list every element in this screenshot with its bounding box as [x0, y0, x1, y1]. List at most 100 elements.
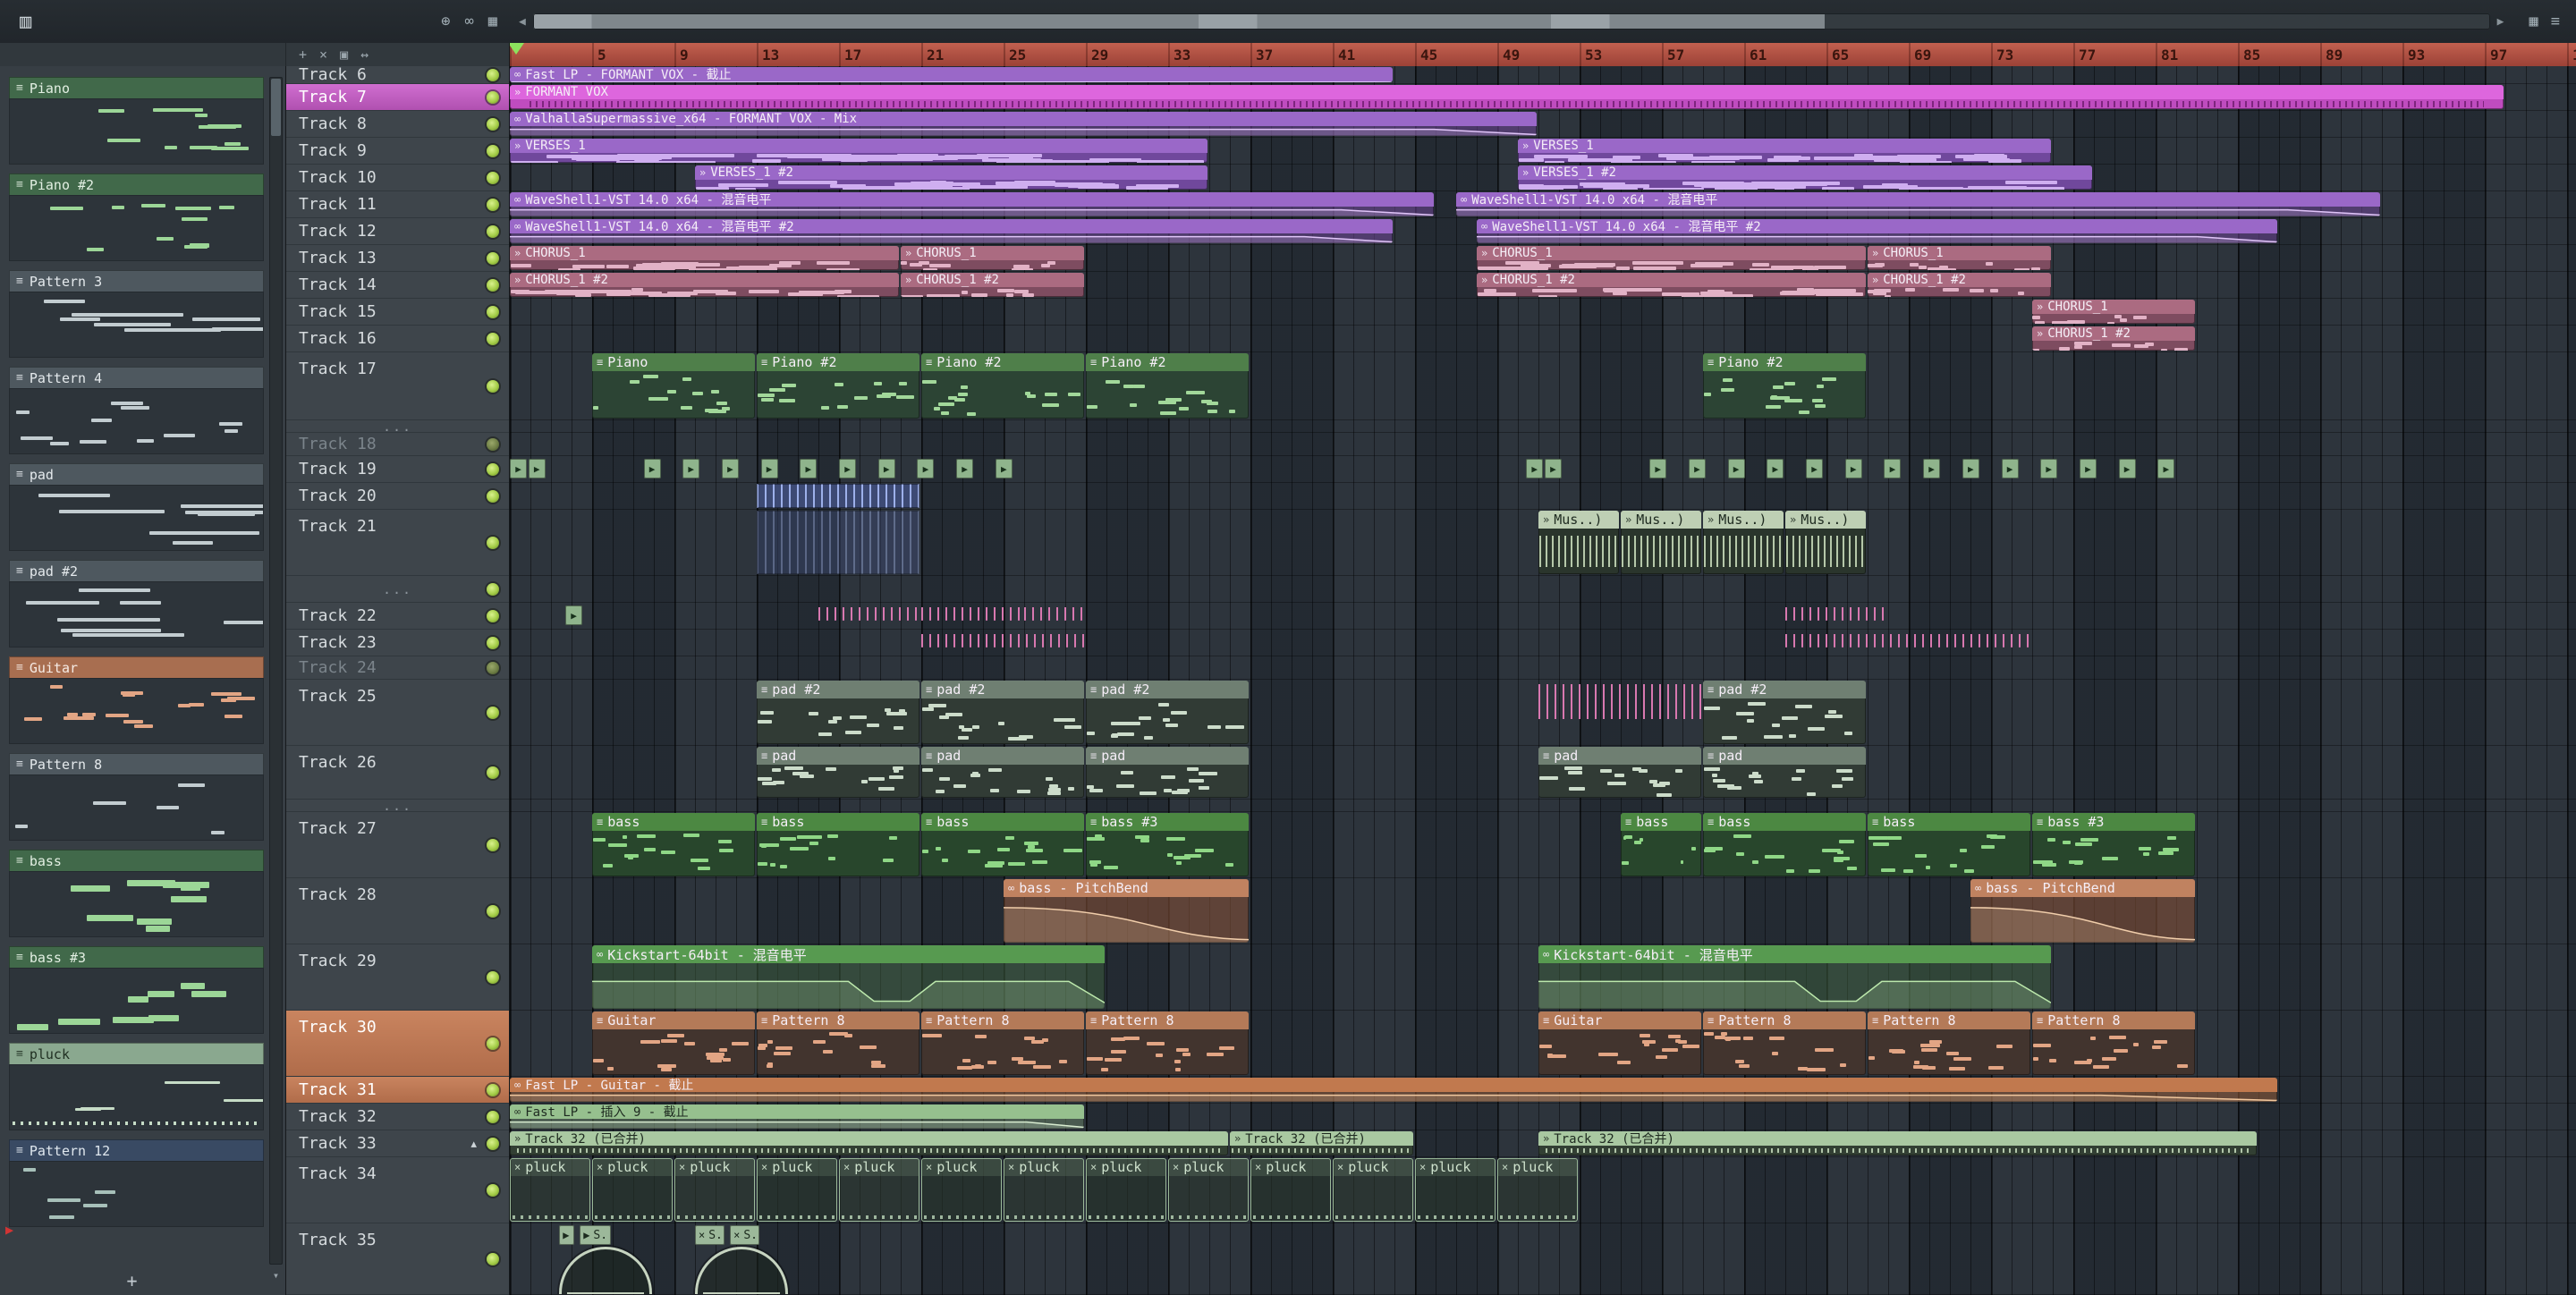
mute-led[interactable] — [487, 90, 499, 104]
clip-formant-vox[interactable]: » FORMANT VOX — [510, 85, 2504, 109]
mute-led[interactable] — [487, 609, 499, 622]
mute-led[interactable] — [487, 1037, 499, 1050]
clip-waveshell1-vst-14-0-x64-2[interactable]: ∞ WaveShell1-VST 14.0_x64 - 混音电平 #2 — [510, 219, 1393, 243]
mini-audio-clip[interactable]: ▶ — [2040, 459, 2058, 478]
mute-led[interactable] — [487, 904, 499, 918]
playlist-row-track-13[interactable]: » CHORUS_1 » CHORUS_1 » CHORUS_1 » CHORUS_1 — [510, 245, 2576, 272]
track-header-track-24[interactable]: Track 24 — [286, 656, 509, 680]
playlist-row-track-26[interactable]: ≡ pad ≡ pad ≡ pad ≡ pad ≡ pad — [510, 746, 2576, 800]
playlist-row-track-28[interactable]: ∞ bass - PitchBend ∞ bass - PitchBend — [510, 878, 2576, 944]
clip-pluck[interactable]: × pluck — [1333, 1158, 1413, 1222]
track-header-track-33[interactable]: Track 33 ▲ — [286, 1130, 509, 1157]
sidebar-scrollbar[interactable] — [269, 77, 283, 1265]
pattern-name-bar[interactable]: ≡ Guitar — [9, 656, 264, 678]
pattern-name-bar[interactable]: ≡ Piano #2 — [9, 174, 264, 195]
clip-lines[interactable] — [1538, 681, 1701, 744]
mini-audio-clip[interactable]: ▶ — [1727, 459, 1745, 478]
clip-valhallasupermassive-x64-formant-vox-mix[interactable]: ∞ ValhallaSupermassive_x64 - FORMANT VOX … — [510, 112, 1537, 136]
pattern-name-bar[interactable]: ≡ Pattern 12 — [9, 1139, 264, 1161]
sidebar-scroll-down-icon[interactable]: ▾ — [269, 1268, 283, 1282]
track-header-item[interactable]: ... — [286, 420, 509, 433]
mini-audio-clip[interactable]: ▶ — [528, 459, 546, 478]
track-header-track-26[interactable]: Track 26 — [286, 746, 509, 800]
mute-led[interactable] — [487, 198, 499, 211]
playlist-row-track-17[interactable]: ≡ Piano ≡ Piano #2 ≡ Piano #2 ≡ Piano #2 ≡ Piano … — [510, 352, 2576, 420]
clip-pluck[interactable]: × pluck — [1004, 1158, 1084, 1222]
clip-pluck[interactable]: × pluck — [921, 1158, 1002, 1222]
slide-tool-icon[interactable]: ↔ — [360, 47, 369, 63]
pattern-name-bar[interactable]: ≡ bass #3 — [9, 946, 264, 968]
ruler-tick-69[interactable]: 69 — [1909, 43, 1931, 66]
clip-piano-2[interactable]: ≡ Piano #2 — [757, 353, 919, 419]
mini-audio-clip[interactable]: ▶ — [956, 459, 974, 478]
mute-led[interactable] — [487, 224, 499, 238]
playlist-row-track-31[interactable]: ∞ Fast LP - Guitar - 截止 — [510, 1077, 2576, 1104]
mini-audio-clip[interactable]: ▶ — [839, 459, 856, 478]
mute-led[interactable] — [487, 838, 499, 851]
playlist-row-track-24[interactable] — [510, 656, 2576, 680]
mini-audio-clip[interactable]: ▶ — [2157, 459, 2175, 478]
pattern-item-piano-2[interactable]: ≡ Piano #2 — [9, 174, 264, 261]
clip-lines[interactable] — [757, 484, 919, 508]
mute-led[interactable] — [487, 661, 499, 674]
mute-led[interactable] — [487, 68, 499, 81]
pattern-name-bar[interactable]: ≡ Piano — [9, 77, 264, 98]
clip-pattern-8[interactable]: ≡ Pattern 8 — [1868, 1011, 2030, 1075]
mini-audio-clip[interactable]: ▶ — [643, 459, 661, 478]
track-header-track-17[interactable]: Track 17 — [286, 352, 509, 420]
playlist-row-track-14[interactable]: » CHORUS_1 #2 » CHORUS_1 #2 » CHORUS_1 #2 » CHO… — [510, 272, 2576, 299]
clip-verses-1-2[interactable]: » VERSES_1 #2 — [1518, 165, 2092, 190]
clip-chorus-1-2[interactable]: » CHORUS_1 #2 — [901, 273, 1084, 297]
mute-led[interactable] — [487, 144, 499, 157]
clip-mini2[interactable]: ▶ — [559, 1225, 574, 1245]
pattern-item-guitar[interactable]: ≡ Guitar — [9, 656, 264, 744]
mute-led[interactable] — [487, 1137, 499, 1150]
ruler-tick-41[interactable]: 41 — [1333, 43, 1355, 66]
clip-bass[interactable]: ≡ bass — [1621, 813, 1701, 876]
mini-audio-clip[interactable]: ▶ — [1806, 459, 1823, 478]
clip-piano-2[interactable]: ≡ Piano #2 — [921, 353, 1084, 419]
playlist-row-track-30[interactable]: ≡ Guitar ≡ Pattern 8 ≡ Pattern 8 ≡ Pattern 8 ≡ Gu… — [510, 1011, 2576, 1077]
track-header-track-14[interactable]: Track 14 — [286, 272, 509, 299]
ruler-tick-53[interactable]: 53 — [1580, 43, 1602, 66]
mini-audio-clip[interactable]: ▶ — [800, 459, 818, 478]
scroll-right-arrow-icon[interactable]: ▶ — [2497, 15, 2504, 29]
mini-audio-clip[interactable]: ▶ — [877, 459, 895, 478]
clip-verses-1[interactable]: » VERSES_1 — [510, 139, 1208, 163]
track-header-track-12[interactable]: Track 12 — [286, 218, 509, 245]
grid-tool-icon[interactable]: ▦ — [488, 13, 497, 30]
mini-audio-clip[interactable]: ▶ — [510, 459, 527, 478]
ruler-tick-21[interactable]: 21 — [921, 43, 944, 66]
clip-lines[interactable] — [1024, 604, 1084, 628]
mute-led[interactable] — [487, 251, 499, 265]
track-header-track-30[interactable]: Track 30 — [286, 1011, 509, 1077]
mini-audio-clip[interactable]: ▶ — [2001, 459, 2019, 478]
clip-guitar[interactable]: ≡ Guitar — [592, 1011, 755, 1075]
clip-pattern-8[interactable]: ≡ Pattern 8 — [1086, 1011, 1249, 1075]
track-header-track-13[interactable]: Track 13 — [286, 245, 509, 272]
mini-audio-clip[interactable]: ▶ — [721, 459, 739, 478]
clip-pluck[interactable]: × pluck — [1497, 1158, 1578, 1222]
clip-mus[interactable]: » Mus..) — [1785, 511, 1866, 574]
mini-audio-clip[interactable]: ▶ — [1649, 459, 1667, 478]
track-header-track-28[interactable]: Track 28 — [286, 878, 509, 944]
track-header-track-6[interactable]: Track 6 — [286, 66, 509, 84]
clip-chorus-1-2[interactable]: » CHORUS_1 #2 — [2032, 326, 2195, 351]
ruler-tick-13[interactable]: 13 — [757, 43, 779, 66]
pattern-name-bar[interactable]: ≡ pad — [9, 463, 264, 485]
playlist-row-track-6[interactable]: ∞ Fast LP - FORMANT VOX - 截止 — [510, 66, 2576, 84]
playlist-row-track-27[interactable]: ≡ bass ≡ bass ≡ bass ≡ bass #3 ≡ bass ≡ bass ≡ bass ≡ b… — [510, 812, 2576, 878]
clip-pad[interactable]: ≡ pad — [1086, 747, 1249, 798]
mute-led[interactable] — [487, 636, 499, 649]
mute-led[interactable] — [487, 379, 499, 393]
track-header-track-22[interactable]: Track 22 — [286, 603, 509, 630]
clip-waveshell1-vst-14-0-x64-2[interactable]: ∞ WaveShell1-VST 14.0_x64 - 混音电平 #2 — [1477, 219, 2277, 243]
clip-pluck[interactable]: × pluck — [1086, 1158, 1166, 1222]
playlist-grid[interactable]: ∞ Fast LP - FORMANT VOX - 截止 » FORMANT VOX ∞… — [510, 66, 2576, 1295]
ruler-tick-45[interactable]: 45 — [1415, 43, 1437, 66]
track-header-track-34[interactable]: Track 34 — [286, 1157, 509, 1223]
mini-audio-clip[interactable]: ▶ — [2118, 459, 2136, 478]
clip-pattern-8[interactable]: ≡ Pattern 8 — [1703, 1011, 1866, 1075]
mute-led[interactable] — [487, 766, 499, 779]
ruler-tick-93[interactable]: 93 — [2402, 43, 2425, 66]
